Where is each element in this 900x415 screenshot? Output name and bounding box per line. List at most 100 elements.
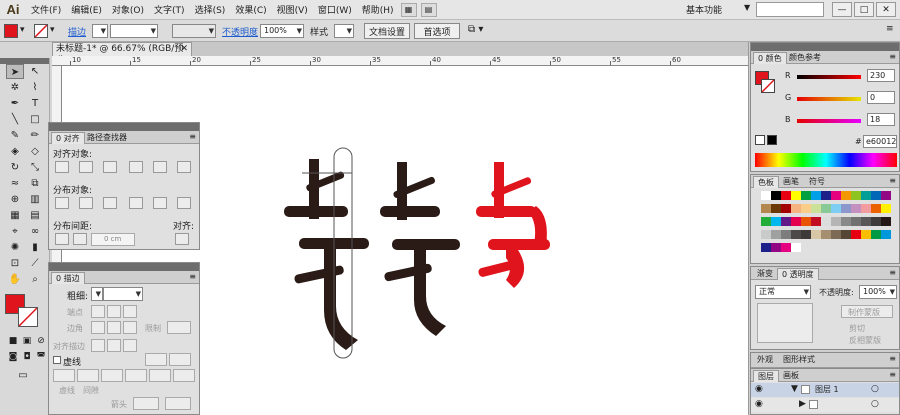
align-top-icon[interactable] bbox=[129, 161, 143, 173]
b-value[interactable]: 18 bbox=[867, 113, 895, 126]
symbol-sprayer-tool-icon[interactable]: ✺ bbox=[6, 240, 24, 255]
chevron-down-icon[interactable]: ▼ bbox=[744, 3, 750, 12]
menu-object[interactable]: 对象(O) bbox=[107, 3, 149, 16]
blend-tool-icon[interactable]: ∞ bbox=[26, 224, 44, 239]
distribute-bottom-icon[interactable] bbox=[103, 197, 117, 209]
menu-select[interactable]: 选择(S) bbox=[190, 3, 231, 16]
swatch-chip[interactable] bbox=[841, 191, 851, 200]
artboard-tool-icon[interactable]: ⊡ bbox=[6, 256, 24, 271]
swatch-chip[interactable] bbox=[881, 191, 891, 200]
r-slider[interactable] bbox=[797, 75, 861, 79]
tab-pathfinder[interactable]: 路径查找器 bbox=[83, 132, 131, 144]
bevel-join-icon[interactable] bbox=[123, 321, 137, 334]
distribute-vspace-icon[interactable] bbox=[55, 233, 69, 245]
align-panel-header[interactable] bbox=[49, 123, 199, 131]
pencil-tool-icon[interactable]: ✏ bbox=[26, 128, 44, 143]
tab-swatches[interactable]: 色板 bbox=[753, 176, 779, 188]
magic-wand-tool-icon[interactable]: ✲ bbox=[6, 80, 24, 95]
expand-triangle-icon[interactable]: ▼ bbox=[791, 384, 798, 394]
eye-icon[interactable]: ◉ bbox=[755, 399, 763, 409]
weight-input[interactable] bbox=[103, 287, 143, 301]
align-stroke-outside-icon[interactable] bbox=[123, 339, 137, 352]
swatch-chip[interactable] bbox=[781, 217, 791, 226]
swatch-chip[interactable] bbox=[761, 243, 771, 252]
stroke-dropdown-icon[interactable]: ▾ bbox=[50, 25, 55, 35]
menu-edit[interactable]: 编辑(E) bbox=[66, 3, 107, 16]
align-to-dropdown[interactable] bbox=[175, 233, 189, 245]
document-setup-button[interactable]: 文档设置 bbox=[364, 23, 410, 39]
swatch-chip[interactable] bbox=[781, 191, 791, 200]
swatch-chip[interactable] bbox=[821, 204, 831, 213]
direct-selection-tool-icon[interactable]: ↖ bbox=[26, 64, 44, 79]
swatch-chip[interactable] bbox=[861, 217, 871, 226]
dash-align-icon[interactable] bbox=[169, 353, 191, 366]
swatch-chip[interactable] bbox=[871, 204, 881, 213]
color-panel-header[interactable] bbox=[751, 43, 899, 51]
swatch-chip[interactable] bbox=[881, 230, 891, 239]
rotate-tool-icon[interactable]: ↻ bbox=[6, 160, 24, 175]
free-transform-tool-icon[interactable]: ⧉ bbox=[26, 176, 44, 191]
swatch-chip[interactable] bbox=[841, 230, 851, 239]
swatch-chip[interactable] bbox=[841, 217, 851, 226]
swatch-chip[interactable] bbox=[781, 243, 791, 252]
dash-field-2[interactable] bbox=[101, 369, 123, 382]
tab-gradient[interactable]: 渐变 bbox=[753, 268, 777, 280]
shape-builder-tool-icon[interactable]: ⊕ bbox=[6, 192, 24, 207]
stroke-weight-input[interactable] bbox=[110, 24, 158, 38]
distribute-left-icon[interactable] bbox=[129, 197, 143, 209]
round-join-icon[interactable] bbox=[107, 321, 121, 334]
projecting-cap-icon[interactable] bbox=[123, 305, 137, 318]
hand-tool-icon[interactable]: ✋ bbox=[6, 272, 24, 287]
swatch-chip[interactable] bbox=[861, 191, 871, 200]
start-arrowhead-dropdown[interactable] bbox=[133, 397, 159, 410]
distribute-vcenter-icon[interactable] bbox=[79, 197, 93, 209]
tab-symbols[interactable]: 符号 bbox=[805, 176, 829, 188]
swatch-chip[interactable] bbox=[851, 217, 861, 226]
align-right-icon[interactable] bbox=[103, 161, 117, 173]
align-bottom-icon[interactable] bbox=[177, 161, 191, 173]
panel-menu-icon[interactable]: ≡ bbox=[889, 52, 896, 61]
line-tool-icon[interactable]: ╲ bbox=[6, 112, 24, 127]
slice-tool-icon[interactable]: ⟋ bbox=[26, 256, 44, 271]
menu-window[interactable]: 窗口(W) bbox=[313, 3, 357, 16]
fill-dropdown-icon[interactable]: ▾ bbox=[20, 25, 25, 35]
target-icon[interactable]: ○ bbox=[871, 384, 879, 394]
swatch-chip[interactable] bbox=[801, 230, 811, 239]
swatch-chip[interactable] bbox=[831, 204, 841, 213]
tab-appearance[interactable]: 外观 bbox=[753, 354, 777, 366]
gap-field-1[interactable] bbox=[77, 369, 99, 382]
tab-color-guide[interactable]: 颜色参考 bbox=[785, 52, 825, 64]
stroke-label[interactable]: 描边 bbox=[68, 25, 86, 38]
fill-swatch[interactable] bbox=[4, 24, 18, 38]
swatch-chip[interactable] bbox=[761, 191, 771, 200]
tab-brushes[interactable]: 画笔 bbox=[779, 176, 803, 188]
swatch-chip[interactable] bbox=[881, 217, 891, 226]
swatch-grid[interactable] bbox=[761, 191, 895, 255]
align-left-icon[interactable] bbox=[55, 161, 69, 173]
tab-layers[interactable]: 图层 bbox=[753, 370, 779, 382]
swatch-chip[interactable] bbox=[841, 204, 851, 213]
scale-tool-icon[interactable]: ⤡ bbox=[26, 160, 44, 175]
r-value[interactable]: 230 bbox=[867, 69, 895, 82]
swatch-chip[interactable] bbox=[791, 243, 801, 252]
limit-input[interactable] bbox=[167, 321, 191, 334]
swatch-chip[interactable] bbox=[761, 204, 771, 213]
swatch-chip[interactable] bbox=[771, 204, 781, 213]
horizontal-ruler[interactable]: 10 15 20 25 30 35 40 45 50 55 60 bbox=[52, 56, 748, 66]
screen-mode-icon[interactable]: ▭ bbox=[14, 368, 32, 383]
align-stroke-center-icon[interactable] bbox=[91, 339, 105, 352]
mesh-tool-icon[interactable]: ▦ bbox=[6, 208, 24, 223]
make-mask-button[interactable]: 制作蒙版 bbox=[841, 305, 893, 318]
swatch-chip[interactable] bbox=[771, 243, 781, 252]
eraser-tool-icon[interactable]: ◇ bbox=[26, 144, 44, 159]
layer-row[interactable]: ◉ ▼ 图层 1 ○ bbox=[751, 383, 899, 397]
panel-menu-icon[interactable]: ≡ bbox=[889, 354, 896, 363]
warp-tool-icon[interactable]: ≈ bbox=[6, 176, 24, 191]
bridge-icon[interactable]: ▦ bbox=[400, 2, 417, 17]
g-value[interactable]: 0 bbox=[867, 91, 895, 104]
help-search-input[interactable] bbox=[756, 2, 824, 17]
panel-menu-icon[interactable]: ≡ bbox=[889, 370, 896, 379]
tab-transparency[interactable]: 0 透明度 bbox=[777, 268, 819, 280]
sublayer-row[interactable]: ◉ ▶ ○ bbox=[751, 398, 899, 412]
opacity-label[interactable]: 不透明度 bbox=[222, 25, 258, 38]
